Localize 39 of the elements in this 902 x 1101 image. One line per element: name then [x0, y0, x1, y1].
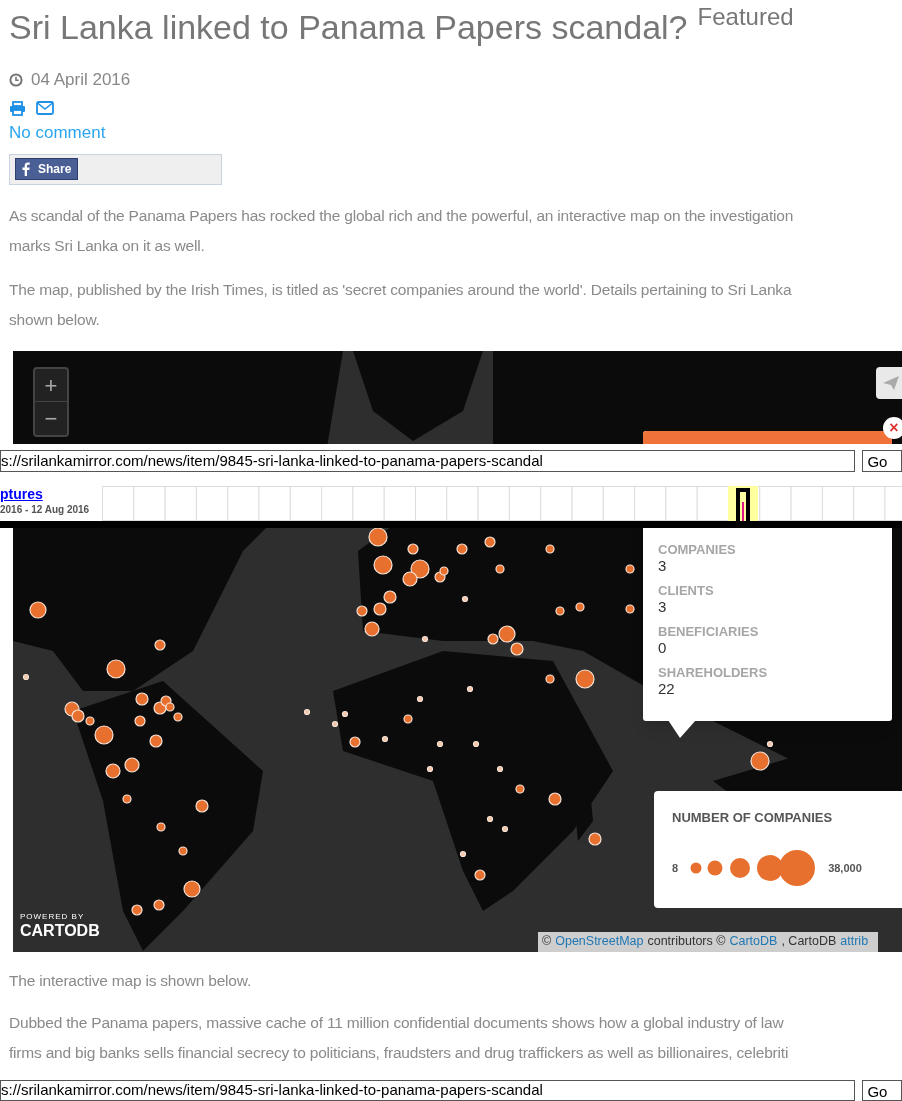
article-paragraph: The interactive map is shown below.	[8, 970, 252, 991]
logo-tagline: POWERED BY	[20, 911, 86, 921]
legend-max: 38,000	[828, 860, 862, 876]
field-value: 3	[658, 597, 668, 616]
field-label: CLIENTS	[658, 582, 715, 598]
mail-icon[interactable]	[36, 101, 54, 115]
legend-title: NUMBER OF COMPANIES	[672, 808, 834, 827]
field-value: 0	[658, 638, 668, 657]
share-map-button[interactable]	[876, 366, 902, 399]
field-label: SHAREHOLDERS	[658, 664, 769, 680]
zoom-out-button[interactable]: −	[35, 401, 67, 435]
date-range: 2016 - 12 Aug 2016	[0, 503, 91, 517]
article-paragraph: The map, published by the Irish Times, is titled as 'secret companies around the world'. Details pertaining to Sri Lanka shown below.	[8, 279, 793, 330]
field-label: BENEFICIARIES	[658, 623, 760, 639]
legend-min: 8	[672, 860, 679, 876]
go-button[interactable]: Go	[862, 1080, 902, 1101]
featured-label: Featured	[697, 4, 794, 30]
size-scale-icon	[690, 849, 817, 887]
zoom-in-button[interactable]: +	[35, 368, 67, 402]
share-button[interactable]: Share	[15, 158, 79, 180]
url-field[interactable]: s://srilankamirror.com/news/item/9845-sri-lanka-linked-to-panama-papers-scandal	[0, 1080, 856, 1101]
attribution-text: ©	[542, 933, 552, 951]
facebook-icon	[22, 162, 30, 176]
cartodb-logo: CARTODB	[20, 920, 100, 941]
clock-icon	[9, 73, 23, 87]
article-paragraph: As scandal of the Panama Papers has rocked the global rich and the powerful, an interactive map on the investigation marks Sri Lanka on it as well.	[8, 205, 795, 256]
article-title: Sri Lanka linked to Panama Papers scandal?	[9, 7, 688, 48]
field-value: 3	[658, 556, 668, 575]
url-field[interactable]: s://srilankamirror.com/news/item/9845-sri-lanka-linked-to-panama-papers-scandal	[0, 450, 856, 472]
article-paragraph: Dubbed the Panama papers, massive cache of 11 million confidential documents shows how a global industry of law firms and big banks sells financial secrecy to politicians, fraudsters and drug traffickers as well as billionaires, celebriti	[8, 1012, 790, 1063]
print-icon[interactable]	[9, 100, 26, 116]
article-date: 04 April 2016	[31, 69, 131, 92]
go-button[interactable]: Go	[862, 450, 902, 472]
paper-plane-icon	[882, 374, 900, 391]
field-value: 22	[658, 679, 676, 698]
field-label: COMPANIES	[658, 541, 737, 557]
attribution-text: , CartoDB	[781, 933, 837, 951]
captures-link[interactable]: ptures	[0, 486, 102, 503]
attribution-text: contributors ©	[647, 933, 726, 951]
